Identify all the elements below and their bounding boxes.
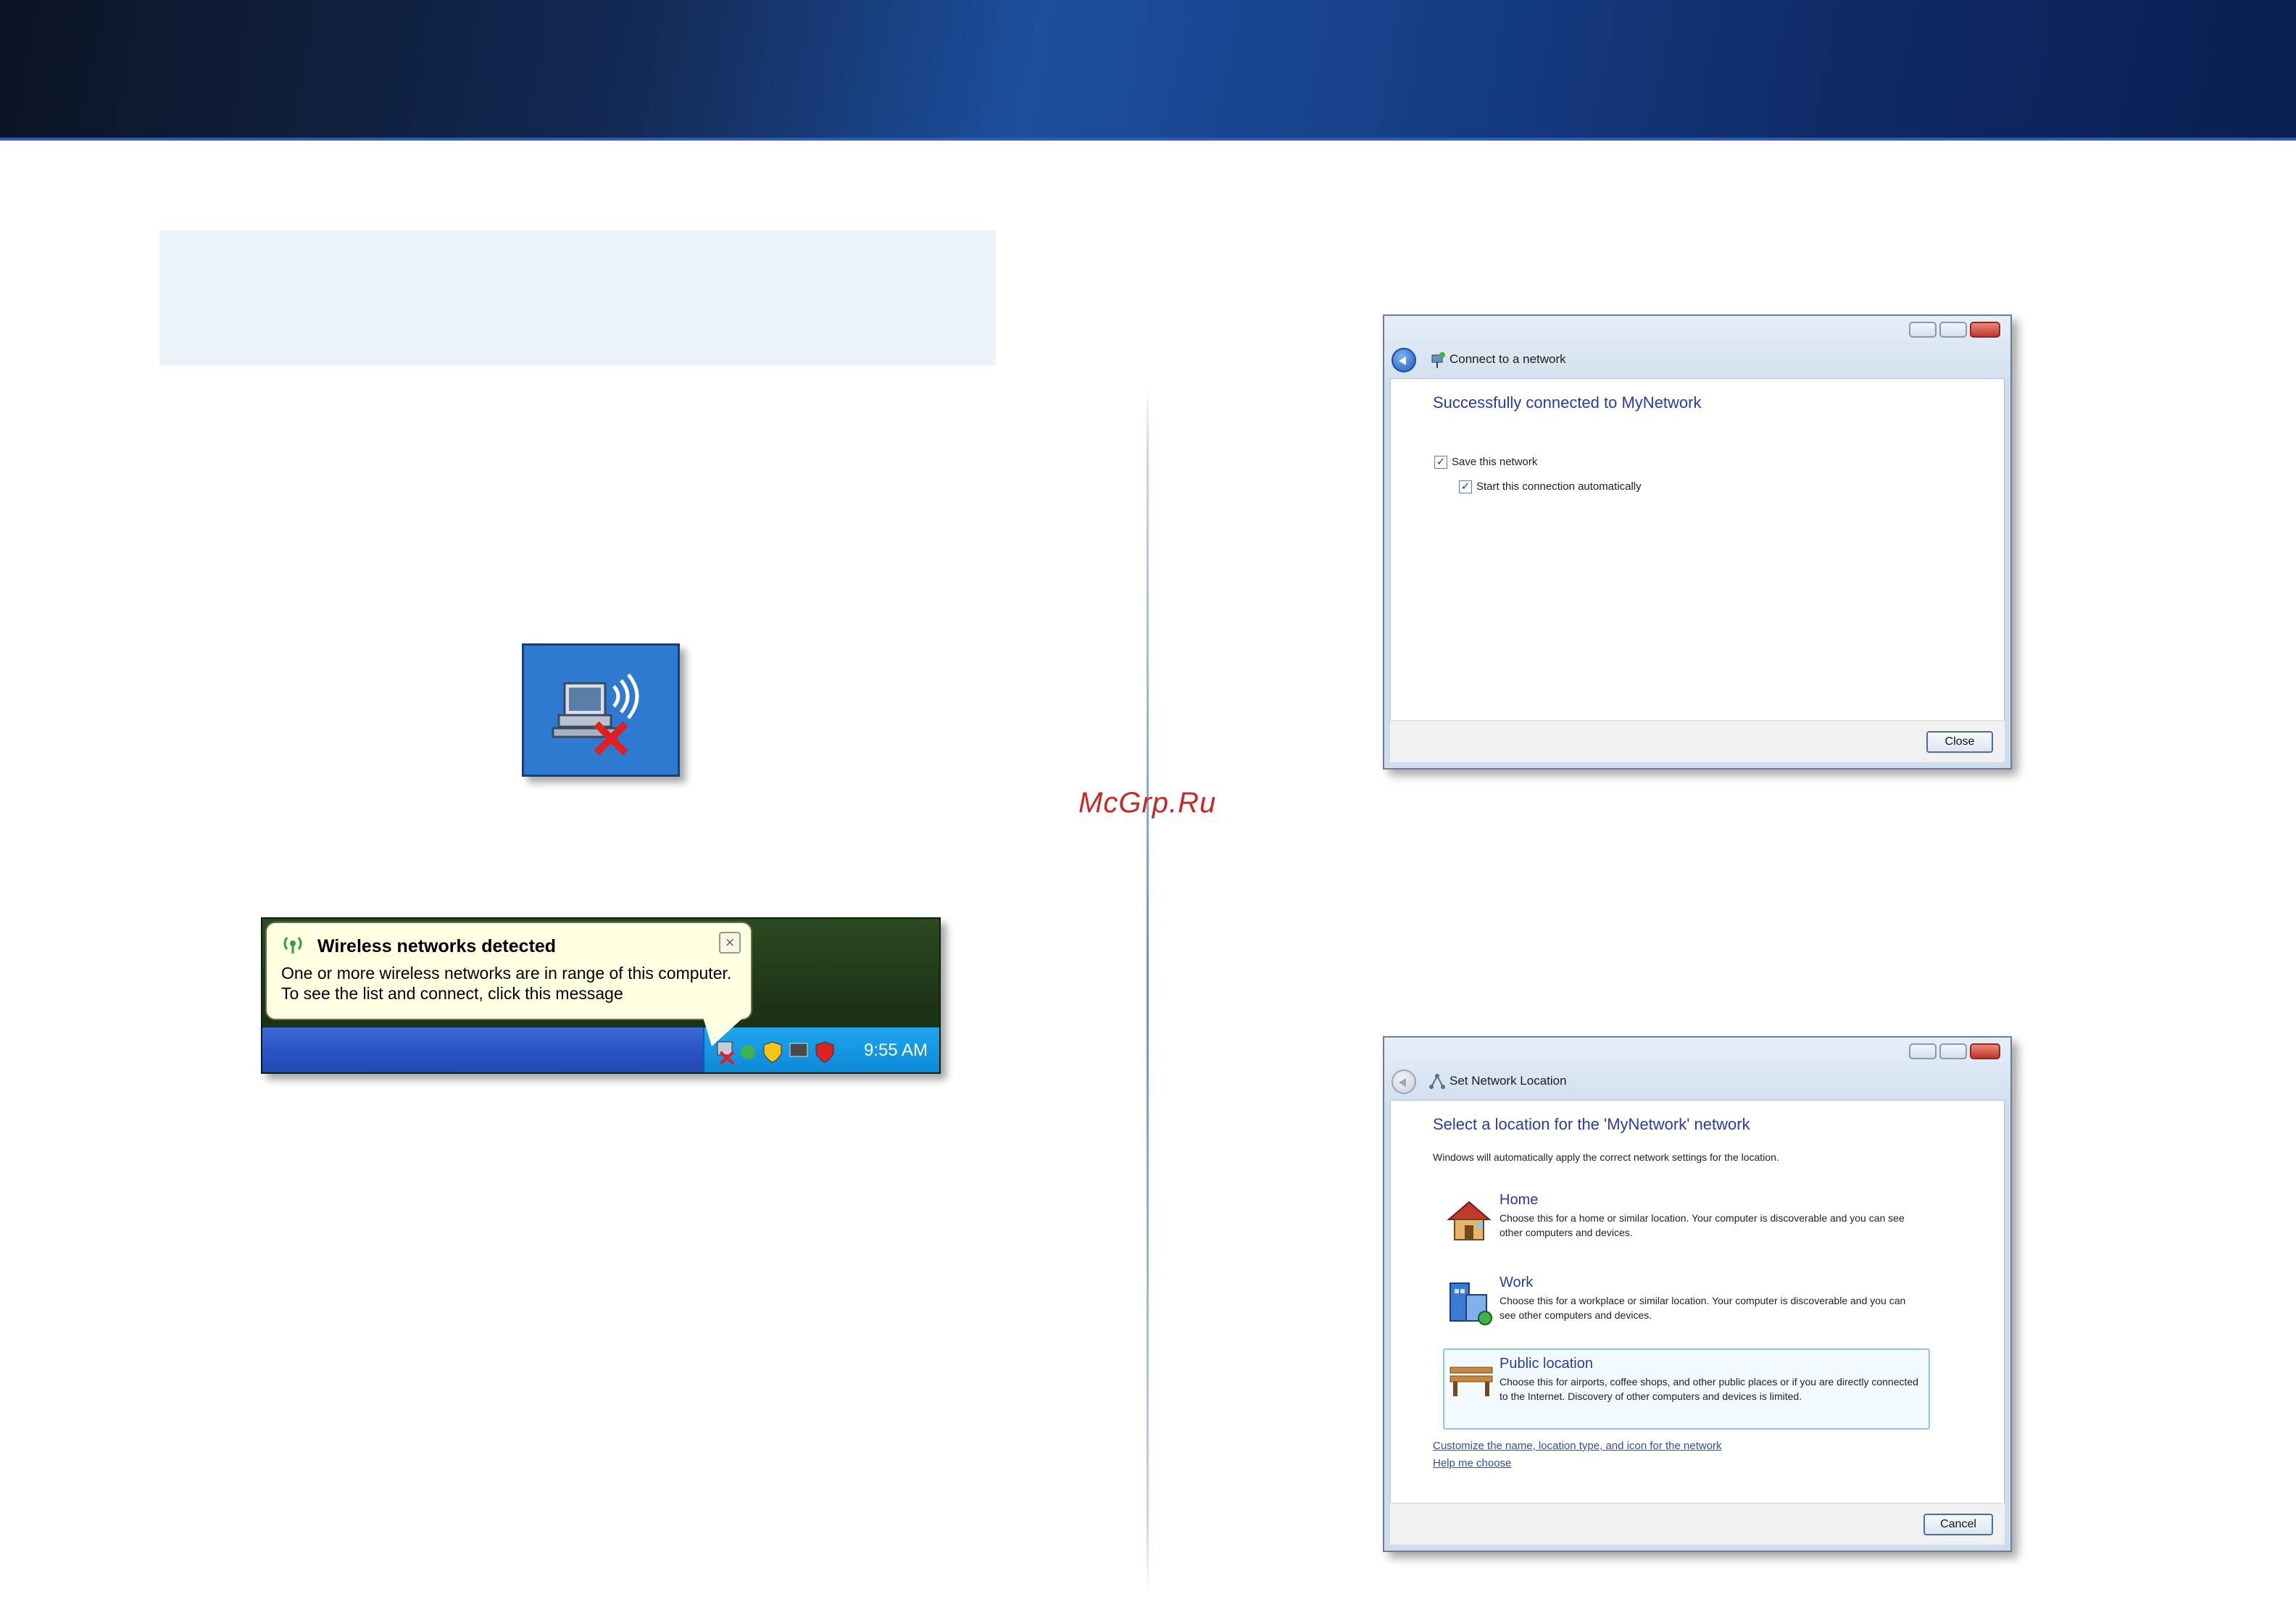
column-divider: [1147, 384, 1149, 1594]
balloon-close-button[interactable]: ×: [719, 932, 741, 954]
window-footer: Close: [1390, 720, 2005, 762]
start-auto-label: Start this connection automatically: [1476, 480, 1642, 493]
wireless-disconnected-icon[interactable]: [522, 643, 680, 777]
network-monitor-icon: [552, 673, 639, 756]
minimize-button[interactable]: [1909, 1043, 1937, 1059]
balloon-title: Wireless networks detected: [317, 936, 557, 956]
top-banner: [0, 0, 2296, 141]
option-name: Work: [1500, 1275, 1534, 1290]
work-icon: [1449, 1282, 1492, 1325]
set-network-location-window: Set Network Location Select a location f…: [1383, 1036, 2012, 1552]
clock: 9:55 AM: [863, 1040, 928, 1060]
option-description: Choose this for a home or similar locati…: [1500, 1212, 1905, 1238]
option-name: Home: [1500, 1192, 1539, 1208]
window-body: Successfully connected to MyNetwork ✓ Sa…: [1390, 378, 2005, 722]
network-icon: [1431, 352, 1445, 368]
start-auto-checkbox[interactable]: ✓: [1459, 480, 1472, 493]
save-network-checkbox[interactable]: ✓: [1434, 456, 1447, 469]
close-window-button[interactable]: [1970, 1043, 2000, 1059]
window-title: Connect to a network: [1449, 352, 1566, 366]
minimize-button[interactable]: [1909, 322, 1937, 338]
network-location-icon: [1429, 1074, 1445, 1089]
success-heading: Successfully connected to MyNetwork: [1433, 393, 1702, 412]
option-description: Choose this for a workplace or similar l…: [1500, 1295, 1906, 1321]
location-option-public[interactable]: Public location Choose this for airports…: [1443, 1348, 1930, 1430]
maximize-button[interactable]: [1939, 1043, 1967, 1059]
location-intro: Windows will automatically apply the cor…: [1433, 1151, 1779, 1163]
maximize-button[interactable]: [1939, 322, 1967, 338]
wireless-signal-icon: [283, 937, 302, 954]
balloon-tail: [703, 1017, 744, 1046]
notification-balloon[interactable]: Wireless networks detected One or more w…: [265, 922, 752, 1020]
close-button[interactable]: Close: [1926, 731, 1993, 753]
customize-link[interactable]: Customize the name, location type, and i…: [1433, 1440, 1722, 1452]
public-location-icon: [1449, 1367, 1493, 1396]
wireless-detected-screenshot: 9:55 AM Wireless networks detected One o…: [261, 917, 941, 1074]
save-network-label: Save this network: [1452, 456, 1538, 468]
option-name: Public location: [1500, 1356, 1593, 1372]
home-icon: [1447, 1201, 1492, 1240]
back-button[interactable]: [1392, 1069, 1416, 1094]
window-title: Set Network Location: [1449, 1074, 1567, 1088]
close-window-button[interactable]: [1970, 322, 2000, 338]
location-heading: Select a location for the 'MyNetwork' ne…: [1433, 1115, 1750, 1133]
window-footer: Cancel: [1390, 1503, 2005, 1545]
note-box: [159, 230, 996, 365]
option-description: Choose this for airports, coffee shops, …: [1500, 1376, 1918, 1402]
watermark: McGrp.Ru: [1078, 787, 1217, 819]
window-controls: [1909, 322, 2000, 338]
balloon-line-2: To see the list and connect, click this …: [281, 984, 623, 1003]
window-controls: [1909, 1043, 2000, 1059]
help-link[interactable]: Help me choose: [1433, 1457, 1511, 1469]
back-button[interactable]: [1392, 348, 1416, 372]
cancel-button[interactable]: Cancel: [1923, 1514, 1993, 1535]
window-body: Select a location for the 'MyNetwork' ne…: [1390, 1100, 2005, 1506]
balloon-line-1: One or more wireless networks are in ran…: [281, 964, 732, 983]
connect-network-window: Connect to a network Successfully connec…: [1383, 314, 2012, 769]
